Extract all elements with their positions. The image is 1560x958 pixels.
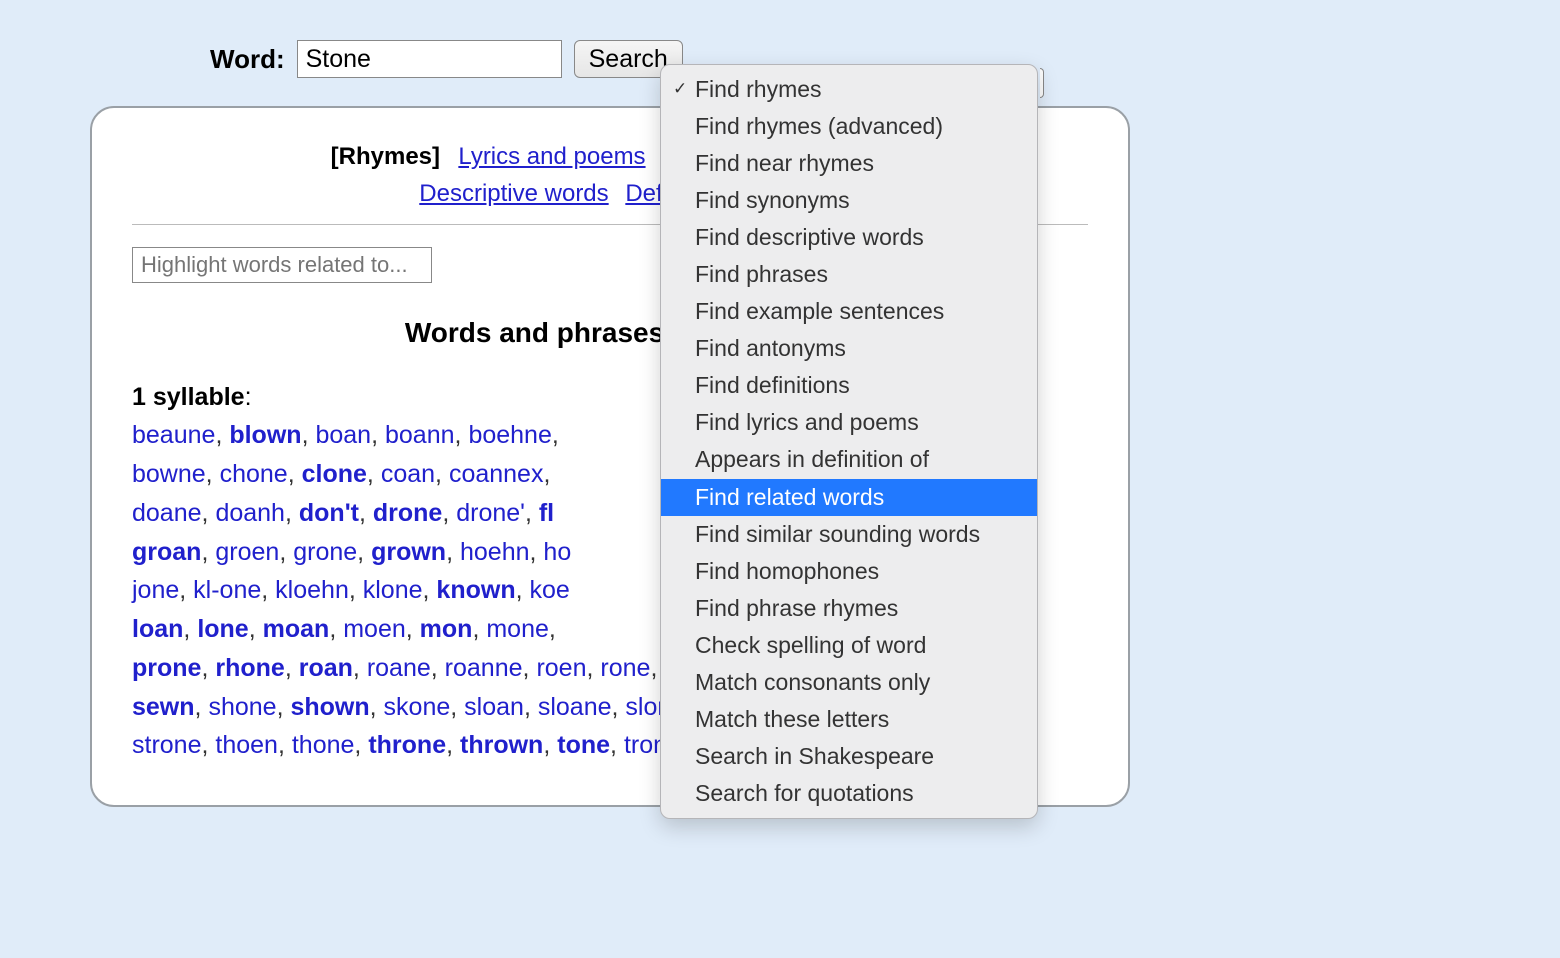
- rhyme-word[interactable]: drone: [373, 499, 442, 527]
- dropdown-option[interactable]: Find synonyms: [661, 182, 1037, 219]
- dropdown-option[interactable]: Match consonants only: [661, 664, 1037, 701]
- rhyme-word[interactable]: rone: [600, 654, 650, 682]
- rhyme-word[interactable]: ho: [543, 538, 571, 566]
- rhyme-word[interactable]: boehne: [468, 421, 551, 449]
- rhyme-word[interactable]: prone: [132, 654, 201, 682]
- rhyme-word[interactable]: roane: [367, 654, 431, 682]
- rhyme-word[interactable]: roanne: [445, 654, 523, 682]
- dropdown-option[interactable]: Find rhymes: [661, 71, 1037, 108]
- rhyme-word[interactable]: drone': [456, 499, 525, 527]
- rhyme-word[interactable]: klone: [363, 576, 423, 604]
- dropdown-option[interactable]: Find phrase rhymes: [661, 590, 1037, 627]
- rhyme-word[interactable]: throne: [368, 731, 446, 759]
- rhyme-word[interactable]: grone: [293, 538, 357, 566]
- rhyme-word[interactable]: sloan: [464, 693, 524, 721]
- select-right-edge[interactable]: [1040, 68, 1044, 98]
- rhyme-word[interactable]: strone: [132, 731, 201, 759]
- dropdown-option[interactable]: Find phrases: [661, 256, 1037, 293]
- rhyme-word[interactable]: chone: [220, 460, 288, 488]
- rhyme-word[interactable]: koe: [530, 576, 570, 604]
- dropdown-option[interactable]: Search in Shakespeare: [661, 738, 1037, 775]
- rhyme-word[interactable]: loan: [132, 615, 183, 643]
- dropdown-option[interactable]: Find near rhymes: [661, 145, 1037, 182]
- rhyme-word[interactable]: blown: [229, 421, 301, 449]
- dropdown-option[interactable]: Find similar sounding words: [661, 516, 1037, 553]
- rhyme-word[interactable]: groan: [132, 538, 201, 566]
- search-label: Word:: [210, 44, 285, 75]
- dropdown-option[interactable]: Find example sentences: [661, 293, 1037, 330]
- search-input[interactable]: [297, 40, 562, 78]
- highlight-filter-input[interactable]: [132, 247, 432, 283]
- dropdown-option[interactable]: Find homophones: [661, 553, 1037, 590]
- rhyme-word[interactable]: kl-one: [193, 576, 261, 604]
- rhyme-word[interactable]: groen: [215, 538, 279, 566]
- rhyme-word[interactable]: boann: [385, 421, 455, 449]
- rhyme-word[interactable]: bowne: [132, 460, 206, 488]
- rhyme-word[interactable]: coan: [381, 460, 435, 488]
- rhyme-word[interactable]: lone: [197, 615, 248, 643]
- dropdown-option[interactable]: Find related words: [661, 479, 1037, 516]
- rhyme-word[interactable]: roan: [299, 654, 353, 682]
- rhyme-word[interactable]: doanh: [215, 499, 285, 527]
- dropdown-option[interactable]: Find definitions: [661, 367, 1037, 404]
- rhyme-word[interactable]: shown: [290, 693, 369, 721]
- rhyme-word[interactable]: sewn: [132, 693, 195, 721]
- rhyme-word[interactable]: mon: [420, 615, 473, 643]
- dropdown-option[interactable]: Match these letters: [661, 701, 1037, 738]
- rhyme-word[interactable]: thrown: [460, 731, 543, 759]
- nav-current: [Rhymes]: [331, 143, 440, 170]
- rhyme-word[interactable]: hoehn: [460, 538, 530, 566]
- rhyme-word[interactable]: moen: [343, 615, 406, 643]
- dropdown-option[interactable]: Appears in definition of: [661, 441, 1037, 478]
- rhyme-word[interactable]: rhone: [215, 654, 284, 682]
- rhyme-word[interactable]: thoen: [215, 731, 278, 759]
- rhyme-word[interactable]: tone: [557, 731, 610, 759]
- search-type-dropdown[interactable]: Find rhymesFind rhymes (advanced)Find ne…: [660, 64, 1038, 819]
- rhyme-word[interactable]: known: [436, 576, 515, 604]
- rhyme-word[interactable]: coannex: [449, 460, 544, 488]
- rhyme-word[interactable]: don't: [299, 499, 359, 527]
- rhyme-word[interactable]: boan: [315, 421, 371, 449]
- rhyme-word[interactable]: clone: [302, 460, 367, 488]
- rhyme-word[interactable]: kloehn: [275, 576, 349, 604]
- rhyme-word[interactable]: roen: [536, 654, 586, 682]
- rhyme-word[interactable]: skone: [384, 693, 451, 721]
- nav-link[interactable]: Descriptive words: [419, 180, 608, 207]
- dropdown-option[interactable]: Find antonyms: [661, 330, 1037, 367]
- rhyme-word[interactable]: doane: [132, 499, 202, 527]
- dropdown-option[interactable]: Check spelling of word: [661, 627, 1037, 664]
- dropdown-option[interactable]: Search for quotations: [661, 775, 1037, 812]
- rhyme-word[interactable]: mone: [486, 615, 549, 643]
- rhyme-word[interactable]: beaune: [132, 421, 215, 449]
- rhyme-word[interactable]: shone: [208, 693, 276, 721]
- dropdown-option[interactable]: Find descriptive words: [661, 219, 1037, 256]
- rhyme-word[interactable]: moan: [263, 615, 330, 643]
- rhyme-word[interactable]: grown: [371, 538, 446, 566]
- rhyme-word[interactable]: jone: [132, 576, 179, 604]
- nav-link[interactable]: Lyrics and poems: [458, 143, 645, 170]
- rhyme-word[interactable]: fl: [539, 499, 554, 527]
- dropdown-option[interactable]: Find rhymes (advanced): [661, 108, 1037, 145]
- rhyme-word[interactable]: thone: [292, 731, 355, 759]
- dropdown-option[interactable]: Find lyrics and poems: [661, 404, 1037, 441]
- rhyme-word[interactable]: sloane: [538, 693, 612, 721]
